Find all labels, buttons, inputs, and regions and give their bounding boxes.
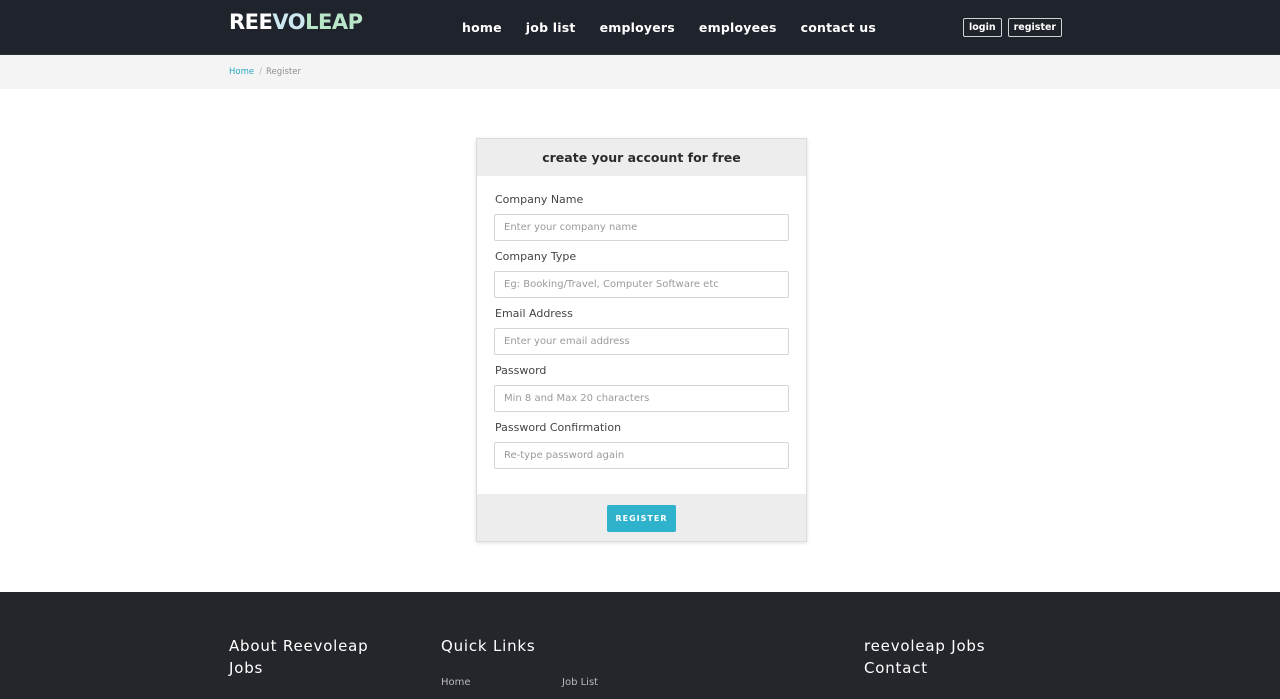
company-type-label: Company Type bbox=[495, 250, 577, 263]
nav-employers[interactable]: employers bbox=[588, 20, 687, 35]
footer-quick-links-title: Quick Links bbox=[441, 637, 536, 655]
company-name-label: Company Name bbox=[495, 193, 584, 206]
email-address-input[interactable] bbox=[494, 328, 789, 355]
breadcrumb: Home / Register bbox=[229, 67, 301, 77]
breadcrumb-separator: / bbox=[259, 67, 262, 77]
nav-home[interactable]: home bbox=[450, 20, 514, 35]
password-input[interactable] bbox=[494, 385, 789, 412]
company-type-input[interactable] bbox=[494, 271, 789, 298]
site-logo[interactable]: REEVOLEAP bbox=[229, 10, 363, 34]
footer-link-job-list[interactable]: Job List bbox=[562, 677, 598, 688]
register-card-footer: REGISTER bbox=[477, 494, 806, 541]
company-name-input[interactable] bbox=[494, 214, 789, 241]
password-confirmation-label: Password Confirmation bbox=[495, 421, 622, 434]
logo-text-part2: VO bbox=[272, 10, 306, 34]
register-nav-button[interactable]: register bbox=[1007, 18, 1063, 37]
register-card-title: create your account for free bbox=[477, 139, 806, 176]
footer-contact-title: reevoleap Jobs Contact bbox=[864, 637, 986, 677]
password-label: Password bbox=[495, 364, 547, 377]
nav-employees[interactable]: employees bbox=[687, 20, 789, 35]
password-confirmation-input[interactable] bbox=[494, 442, 789, 469]
logo-text-part1: REE bbox=[229, 10, 273, 34]
auth-buttons: login register bbox=[963, 18, 1063, 37]
breadcrumb-bar: Home / Register bbox=[0, 55, 1280, 89]
footer-about-title: About Reevoleap Jobs bbox=[229, 637, 369, 677]
nav-job-list[interactable]: job list bbox=[514, 20, 588, 35]
footer-link-home[interactable]: Home bbox=[441, 677, 471, 688]
main-nav: home job list employers employees contac… bbox=[450, 0, 888, 54]
register-submit-button[interactable]: REGISTER bbox=[607, 505, 676, 532]
login-button[interactable]: login bbox=[963, 18, 1002, 37]
nav-contact-us[interactable]: contact us bbox=[789, 20, 888, 35]
logo-text-part3: LEAP bbox=[305, 10, 363, 34]
top-navbar: REEVOLEAP home job list employers employ… bbox=[0, 0, 1280, 55]
email-address-label: Email Address bbox=[495, 307, 573, 320]
site-footer: About Reevoleap Jobs Quick Links Home Jo… bbox=[0, 592, 1280, 699]
breadcrumb-home-link[interactable]: Home bbox=[229, 67, 254, 77]
register-card: create your account for free Company Nam… bbox=[476, 138, 807, 542]
breadcrumb-current: Register bbox=[265, 67, 301, 77]
